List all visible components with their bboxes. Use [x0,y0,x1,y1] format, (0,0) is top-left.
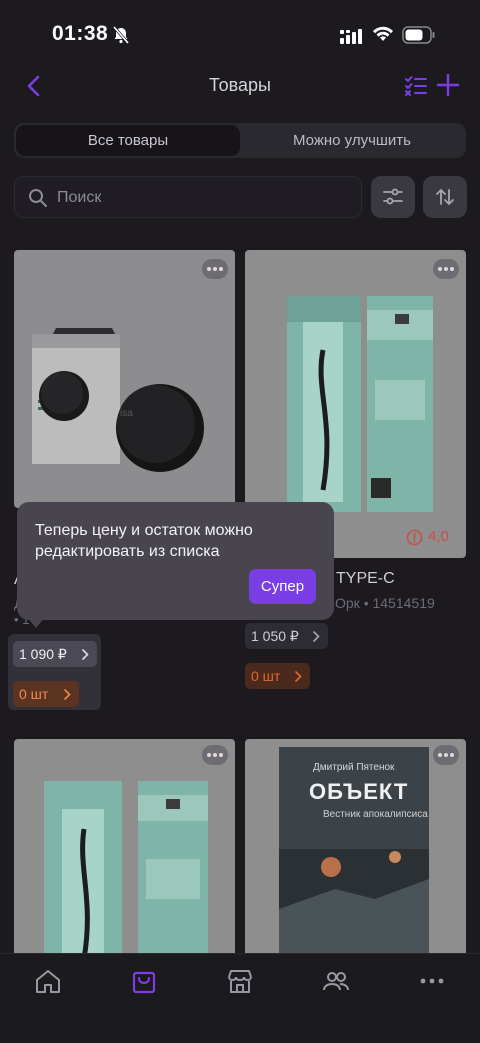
signal-icon [340,29,362,44]
chevron-right-icon [82,649,89,660]
more-options-button[interactable] [433,259,459,279]
price-chip[interactable]: 1 090 ₽ [13,641,97,667]
product-image [14,739,235,959]
search-input[interactable] [57,187,347,209]
alert-circle-icon [406,529,423,546]
tooltip-confirm-button[interactable]: Супер [249,569,316,604]
status-time: 01:38 [52,22,109,45]
store-icon[interactable] [225,966,255,996]
price-chip[interactable]: 1 050 ₽ [245,623,328,649]
sort-button[interactable] [423,176,467,218]
tooltip-arrow [26,616,46,628]
svg-text:isa: isa [120,408,133,419]
bell-off-icon [112,26,130,44]
tab-can-improve[interactable]: Можно улучшить [240,125,464,156]
stock-chip[interactable]: 0 шт [13,681,79,707]
chevron-right-icon [295,671,302,682]
highlighted-edit-area: 1 090 ₽ 0 шт [8,634,101,710]
more-options-button[interactable] [433,745,459,765]
filter-icon [383,188,403,205]
product-card[interactable]: Дмитрий Пятенок ОБЪЕКТ Вестник апокалипс… [245,739,466,959]
navigation-bar: Товары [0,62,480,110]
status-bar: 01:38 [0,0,480,70]
wifi-icon [373,26,393,41]
bottom-tab-bar [0,953,480,1043]
book-subtitle: Вестник апокалипсиса [323,809,428,820]
search-icon [29,189,47,207]
stock-value: 0 шт [19,686,49,702]
search-bar [14,176,362,218]
price-value: 1 090 ₽ [19,646,67,662]
product-card[interactable]: isa [14,250,235,508]
add-icon[interactable] [436,73,460,97]
product-image: isa [14,250,235,508]
product-title: TYPE-C [336,570,395,587]
stock-chip[interactable]: 0 шт [245,663,310,689]
tooltip-text: Теперь цену и остаток можно редактироват… [35,522,253,560]
filter-button[interactable] [371,176,415,218]
battery-icon [402,26,435,44]
book-author: Дмитрий Пятенок [313,762,395,773]
more-options-button[interactable] [202,259,228,279]
tab-all-products[interactable]: Все товары [16,125,240,156]
products-icon[interactable] [129,966,159,996]
product-card[interactable] [14,739,235,959]
more-icon[interactable] [417,966,447,996]
rating-value: 4,0 [428,528,449,545]
onboarding-tooltip: Теперь цену и остаток можно редактироват… [17,502,334,620]
sort-icon [436,189,454,205]
chevron-right-icon [64,689,71,700]
book-title: ОБЪЕКТ [309,779,409,804]
product-meta: Орк • 14514519 [335,595,435,611]
chevron-right-icon [313,631,320,642]
checklist-icon[interactable] [404,75,428,97]
users-icon[interactable] [321,966,351,996]
price-value: 1 050 ₽ [251,628,299,644]
home-icon[interactable] [33,966,63,996]
more-options-button[interactable] [202,745,228,765]
segmented-control: Все товары Можно улучшить [14,123,466,158]
stock-value: 0 шт [251,668,281,684]
